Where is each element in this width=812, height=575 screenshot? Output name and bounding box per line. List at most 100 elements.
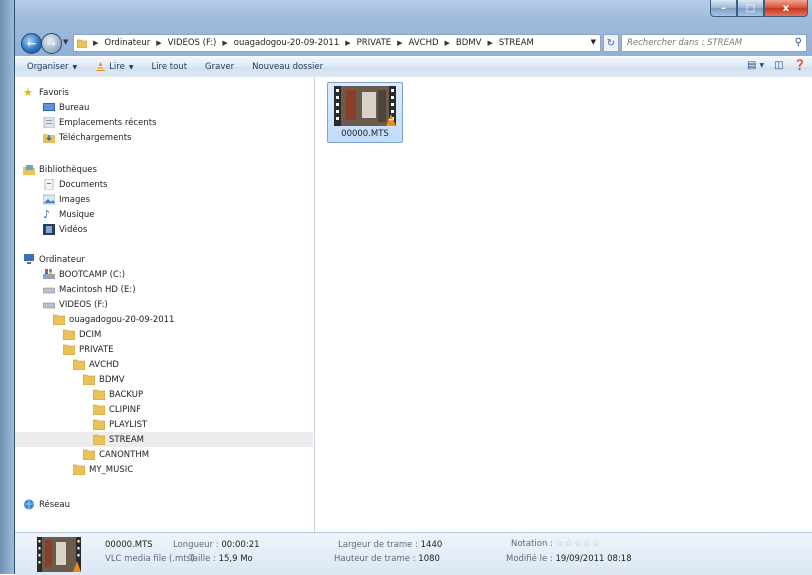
video-film-icon <box>43 224 55 235</box>
folder-icon <box>83 449 95 460</box>
chevron-down-icon[interactable]: ▼ <box>759 62 764 69</box>
breadcrumb-private[interactable]: PRIVATE <box>357 38 392 48</box>
forward-button[interactable]: → <box>41 33 62 54</box>
nav-folder-ouagadogou[interactable]: ouagadogou-20-09-2011 <box>53 312 174 327</box>
address-history-dropdown[interactable]: ▼ <box>591 38 596 46</box>
nav-network[interactable]: Réseau <box>23 497 70 512</box>
file-item-00000-mts[interactable]: 00000.MTS <box>327 82 403 143</box>
breadcrumb-computer[interactable]: Ordinateur <box>104 38 150 48</box>
nav-folder-stream-content: STREAM <box>93 434 144 445</box>
libraries-icon <box>23 165 35 175</box>
nav-drive-c[interactable]: BOOTCAMP (C:) <box>43 267 125 282</box>
arrow-right-icon: → <box>46 37 57 50</box>
minimize-button[interactable]: – <box>710 0 737 17</box>
nav-folder-clipinf[interactable]: CLIPINF <box>93 402 141 417</box>
folder-icon <box>83 374 95 385</box>
maximize-button[interactable]: □ <box>737 0 764 17</box>
breadcrumb-bdmv[interactable]: BDMV <box>456 38 482 48</box>
length-value: 00:00:21 <box>221 540 260 550</box>
network-icon <box>24 499 34 510</box>
documents-icon <box>44 179 54 190</box>
folder-icon <box>93 389 105 400</box>
nav-desktop[interactable]: Bureau <box>43 100 89 115</box>
drive-icon <box>43 287 55 294</box>
folder-icon <box>53 314 65 325</box>
preview-pane-icon[interactable]: ◫ <box>774 60 783 71</box>
burn-button[interactable]: Graver <box>203 62 236 72</box>
breadcrumb-avchd[interactable]: AVCHD <box>409 38 439 48</box>
nav-folder-canonthm[interactable]: CANONTHM <box>83 447 149 462</box>
video-thumbnail <box>334 86 396 126</box>
chevron-right-icon[interactable]: ▶ <box>487 39 492 47</box>
chevron-right-icon[interactable]: ▶ <box>156 39 161 47</box>
chevron-right-icon[interactable]: ▶ <box>93 39 98 47</box>
close-button[interactable]: x <box>764 0 808 17</box>
details-frame-height: Hauteur de trame : 1080 <box>334 554 440 564</box>
play-button[interactable]: Lire ▼ <box>93 62 135 72</box>
new-folder-button[interactable]: Nouveau dossier <box>250 62 325 72</box>
nav-folder-dcim[interactable]: DCIM <box>63 327 101 342</box>
organize-menu[interactable]: Organiser ▼ <box>25 62 79 72</box>
details-file-type: VLC media file (.mts) <box>105 554 195 564</box>
downloads-icon <box>43 134 55 143</box>
details-thumbnail <box>37 537 81 572</box>
length-label: Longueur : <box>173 540 219 550</box>
background-window-edge <box>0 0 14 574</box>
nav-label: Ordinateur <box>39 254 85 265</box>
details-size: Taille : 15,9 Mo <box>189 554 253 564</box>
refresh-button[interactable]: ↻ <box>603 34 619 52</box>
nav-folder-bdmv[interactable]: BDMV <box>83 372 125 387</box>
address-bar[interactable]: ▶ Ordinateur ▶ VIDEOS (F:) ▶ ouagadogou-… <box>73 34 601 52</box>
nav-drive-e[interactable]: Macintosh HD (E:) <box>43 282 136 297</box>
nav-label: CANONTHM <box>99 449 150 460</box>
folder-icon <box>63 329 75 340</box>
chevron-right-icon[interactable]: ▶ <box>222 39 227 47</box>
nav-drive-f[interactable]: VIDEOS (F:) <box>43 297 108 312</box>
explorer-window: – □ x ← → ▼ ▶ Ordinateur ▶ VIDEOS (F:) ▶… <box>14 0 812 575</box>
nav-folder-my-music[interactable]: MY_MUSIC <box>73 462 133 477</box>
back-button[interactable]: ← <box>21 33 42 54</box>
view-controls: ▤ ▼ ◫ ❓ <box>737 60 806 71</box>
size-value: 15,9 Mo <box>218 554 253 564</box>
nav-libraries[interactable]: Bibliothèques <box>23 162 97 177</box>
nav-folder-avchd[interactable]: AVCHD <box>73 357 119 372</box>
details-file-name: 00000.MTS <box>105 540 153 550</box>
address-bar-row: ← → ▼ ▶ Ordinateur ▶ VIDEOS (F:) ▶ ouaga… <box>21 32 807 54</box>
chevron-right-icon[interactable]: ▶ <box>397 39 402 47</box>
nav-music[interactable]: ♪ Musique <box>43 207 95 222</box>
help-icon[interactable]: ❓ <box>794 60 806 71</box>
nav-images[interactable]: Images <box>43 192 90 207</box>
breadcrumb-videos-drive[interactable]: VIDEOS (F:) <box>168 38 217 48</box>
nav-documents[interactable]: Documents <box>43 177 107 192</box>
breadcrumb-ouagadogou[interactable]: ouagadogou-20-09-2011 <box>234 38 339 48</box>
search-icon[interactable]: ⚲ <box>795 37 802 48</box>
nav-downloads[interactable]: Téléchargements <box>43 130 131 145</box>
nav-folder-backup[interactable]: BACKUP <box>93 387 143 402</box>
recent-pages-dropdown[interactable]: ▼ <box>63 38 68 46</box>
search-input[interactable]: Rechercher dans : STREAM ⚲ <box>621 34 807 52</box>
nav-label: BACKUP <box>109 389 144 400</box>
nav-videos[interactable]: Vidéos <box>43 222 87 237</box>
windows-drive-icon <box>43 269 55 279</box>
file-name-label: 00000.MTS <box>341 129 389 139</box>
rating-stars[interactable]: ☆☆☆☆☆ <box>556 539 601 549</box>
breadcrumb-stream[interactable]: STREAM <box>499 38 534 48</box>
view-options-icon[interactable]: ▤ <box>747 60 756 71</box>
nav-folder-playlist[interactable]: PLAYLIST <box>93 417 147 432</box>
refresh-icon: ↻ <box>606 37 616 49</box>
folder-icon <box>73 359 85 370</box>
nav-folder-private[interactable]: PRIVATE <box>63 342 114 357</box>
nav-favorites[interactable]: ★ Favoris <box>23 85 69 100</box>
nav-label: Images <box>59 194 91 205</box>
chevron-right-icon[interactable]: ▶ <box>345 39 350 47</box>
play-all-button[interactable]: Lire tout <box>149 62 189 72</box>
frame-width-label: Largeur de trame : <box>338 540 418 550</box>
nav-recent-places[interactable]: Emplacements récents <box>43 115 156 130</box>
nav-label: ouagadogou-20-09-2011 <box>69 314 175 325</box>
vlc-cone-icon <box>96 62 106 71</box>
chevron-down-icon: ▼ <box>128 63 134 71</box>
nav-computer[interactable]: Ordinateur <box>23 252 85 267</box>
nav-folder-stream[interactable]: STREAM <box>15 432 313 447</box>
nav-label: Documents <box>59 179 108 190</box>
chevron-right-icon[interactable]: ▶ <box>445 39 450 47</box>
